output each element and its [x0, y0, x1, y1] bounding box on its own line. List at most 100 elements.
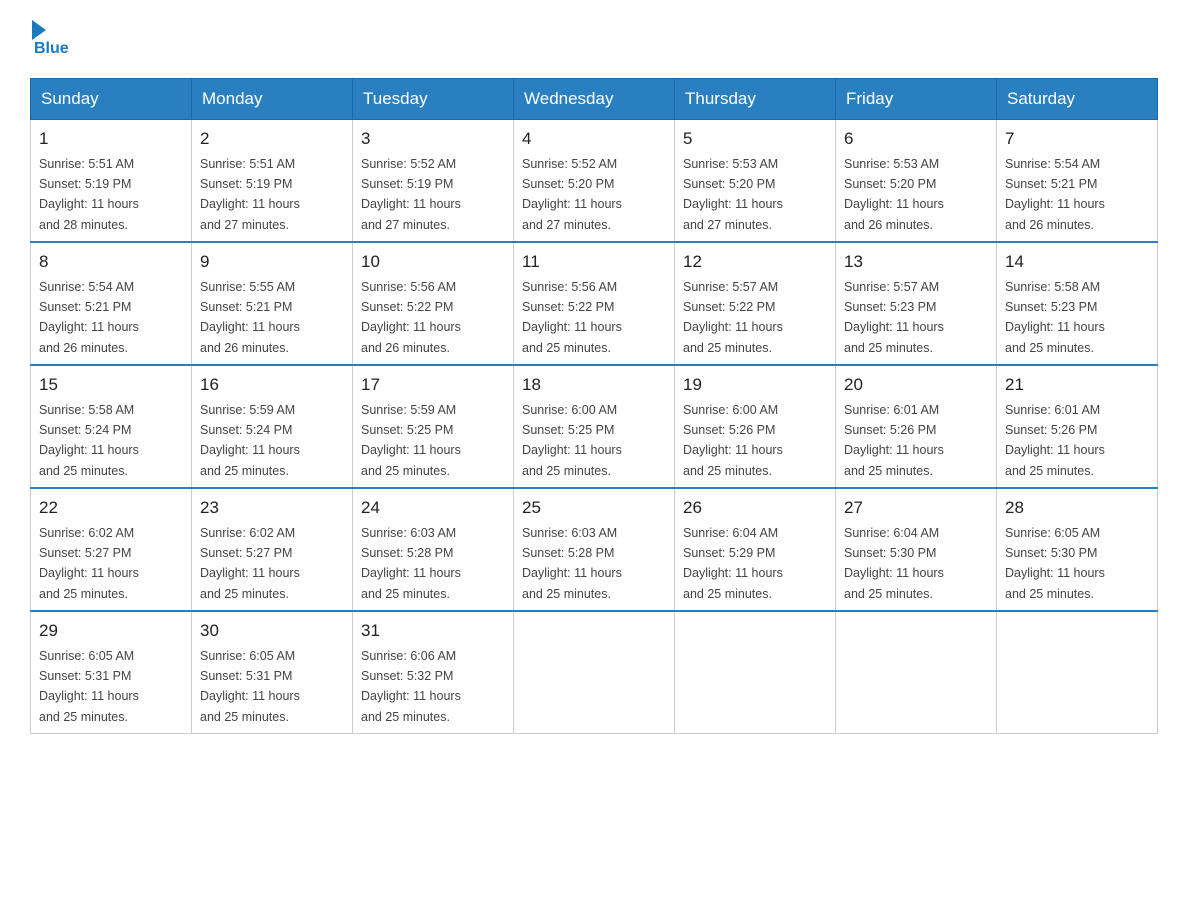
day-number: 29	[39, 618, 183, 644]
week-row-1: 1 Sunrise: 5:51 AMSunset: 5:19 PMDayligh…	[31, 120, 1158, 243]
day-number: 14	[1005, 249, 1149, 275]
day-info: Sunrise: 6:03 AMSunset: 5:28 PMDaylight:…	[522, 526, 622, 601]
day-number: 19	[683, 372, 827, 398]
weekday-header-thursday: Thursday	[675, 79, 836, 120]
calendar-cell: 3 Sunrise: 5:52 AMSunset: 5:19 PMDayligh…	[353, 120, 514, 243]
calendar-cell: 9 Sunrise: 5:55 AMSunset: 5:21 PMDayligh…	[192, 242, 353, 365]
day-info: Sunrise: 5:54 AMSunset: 5:21 PMDaylight:…	[1005, 157, 1105, 232]
calendar-cell: 11 Sunrise: 5:56 AMSunset: 5:22 PMDaylig…	[514, 242, 675, 365]
day-info: Sunrise: 5:52 AMSunset: 5:19 PMDaylight:…	[361, 157, 461, 232]
day-info: Sunrise: 5:53 AMSunset: 5:20 PMDaylight:…	[844, 157, 944, 232]
day-info: Sunrise: 6:01 AMSunset: 5:26 PMDaylight:…	[1005, 403, 1105, 478]
weekday-header-sunday: Sunday	[31, 79, 192, 120]
day-info: Sunrise: 5:57 AMSunset: 5:23 PMDaylight:…	[844, 280, 944, 355]
calendar-cell: 14 Sunrise: 5:58 AMSunset: 5:23 PMDaylig…	[997, 242, 1158, 365]
day-number: 12	[683, 249, 827, 275]
calendar-cell: 13 Sunrise: 5:57 AMSunset: 5:23 PMDaylig…	[836, 242, 997, 365]
day-number: 7	[1005, 126, 1149, 152]
day-number: 20	[844, 372, 988, 398]
day-info: Sunrise: 6:00 AMSunset: 5:26 PMDaylight:…	[683, 403, 783, 478]
day-info: Sunrise: 5:54 AMSunset: 5:21 PMDaylight:…	[39, 280, 139, 355]
calendar-cell: 2 Sunrise: 5:51 AMSunset: 5:19 PMDayligh…	[192, 120, 353, 243]
day-info: Sunrise: 5:53 AMSunset: 5:20 PMDaylight:…	[683, 157, 783, 232]
logo-subtitle: Blue	[34, 40, 69, 58]
day-info: Sunrise: 6:00 AMSunset: 5:25 PMDaylight:…	[522, 403, 622, 478]
day-number: 24	[361, 495, 505, 521]
calendar-cell	[675, 611, 836, 734]
day-info: Sunrise: 6:05 AMSunset: 5:31 PMDaylight:…	[39, 649, 139, 724]
day-number: 15	[39, 372, 183, 398]
day-number: 27	[844, 495, 988, 521]
day-number: 31	[361, 618, 505, 644]
calendar-cell: 1 Sunrise: 5:51 AMSunset: 5:19 PMDayligh…	[31, 120, 192, 243]
day-info: Sunrise: 5:51 AMSunset: 5:19 PMDaylight:…	[200, 157, 300, 232]
weekday-header-wednesday: Wednesday	[514, 79, 675, 120]
weekday-header-saturday: Saturday	[997, 79, 1158, 120]
day-info: Sunrise: 5:57 AMSunset: 5:22 PMDaylight:…	[683, 280, 783, 355]
calendar-cell: 26 Sunrise: 6:04 AMSunset: 5:29 PMDaylig…	[675, 488, 836, 611]
calendar-cell: 15 Sunrise: 5:58 AMSunset: 5:24 PMDaylig…	[31, 365, 192, 488]
day-number: 17	[361, 372, 505, 398]
calendar-cell: 31 Sunrise: 6:06 AMSunset: 5:32 PMDaylig…	[353, 611, 514, 734]
day-info: Sunrise: 5:52 AMSunset: 5:20 PMDaylight:…	[522, 157, 622, 232]
calendar-cell: 19 Sunrise: 6:00 AMSunset: 5:26 PMDaylig…	[675, 365, 836, 488]
calendar-cell: 30 Sunrise: 6:05 AMSunset: 5:31 PMDaylig…	[192, 611, 353, 734]
day-number: 28	[1005, 495, 1149, 521]
weekday-header-tuesday: Tuesday	[353, 79, 514, 120]
day-number: 21	[1005, 372, 1149, 398]
week-row-5: 29 Sunrise: 6:05 AMSunset: 5:31 PMDaylig…	[31, 611, 1158, 734]
calendar-cell	[997, 611, 1158, 734]
day-number: 16	[200, 372, 344, 398]
day-info: Sunrise: 6:04 AMSunset: 5:30 PMDaylight:…	[844, 526, 944, 601]
calendar-cell: 20 Sunrise: 6:01 AMSunset: 5:26 PMDaylig…	[836, 365, 997, 488]
day-number: 25	[522, 495, 666, 521]
calendar-cell: 17 Sunrise: 5:59 AMSunset: 5:25 PMDaylig…	[353, 365, 514, 488]
calendar-cell: 4 Sunrise: 5:52 AMSunset: 5:20 PMDayligh…	[514, 120, 675, 243]
day-info: Sunrise: 5:51 AMSunset: 5:19 PMDaylight:…	[39, 157, 139, 232]
day-number: 13	[844, 249, 988, 275]
calendar-table: SundayMondayTuesdayWednesdayThursdayFrid…	[30, 78, 1158, 734]
week-row-4: 22 Sunrise: 6:02 AMSunset: 5:27 PMDaylig…	[31, 488, 1158, 611]
day-number: 4	[522, 126, 666, 152]
day-info: Sunrise: 6:05 AMSunset: 5:31 PMDaylight:…	[200, 649, 300, 724]
weekday-header-monday: Monday	[192, 79, 353, 120]
calendar-cell	[836, 611, 997, 734]
day-number: 6	[844, 126, 988, 152]
day-info: Sunrise: 6:05 AMSunset: 5:30 PMDaylight:…	[1005, 526, 1105, 601]
day-info: Sunrise: 5:58 AMSunset: 5:24 PMDaylight:…	[39, 403, 139, 478]
calendar-cell: 12 Sunrise: 5:57 AMSunset: 5:22 PMDaylig…	[675, 242, 836, 365]
day-number: 2	[200, 126, 344, 152]
day-info: Sunrise: 5:59 AMSunset: 5:25 PMDaylight:…	[361, 403, 461, 478]
calendar-cell	[514, 611, 675, 734]
calendar-cell: 28 Sunrise: 6:05 AMSunset: 5:30 PMDaylig…	[997, 488, 1158, 611]
weekday-header-row: SundayMondayTuesdayWednesdayThursdayFrid…	[31, 79, 1158, 120]
day-number: 9	[200, 249, 344, 275]
day-info: Sunrise: 5:56 AMSunset: 5:22 PMDaylight:…	[522, 280, 622, 355]
calendar-cell: 7 Sunrise: 5:54 AMSunset: 5:21 PMDayligh…	[997, 120, 1158, 243]
day-info: Sunrise: 5:59 AMSunset: 5:24 PMDaylight:…	[200, 403, 300, 478]
day-info: Sunrise: 6:06 AMSunset: 5:32 PMDaylight:…	[361, 649, 461, 724]
calendar-cell: 29 Sunrise: 6:05 AMSunset: 5:31 PMDaylig…	[31, 611, 192, 734]
day-info: Sunrise: 5:58 AMSunset: 5:23 PMDaylight:…	[1005, 280, 1105, 355]
calendar-cell: 6 Sunrise: 5:53 AMSunset: 5:20 PMDayligh…	[836, 120, 997, 243]
day-number: 5	[683, 126, 827, 152]
calendar-cell: 21 Sunrise: 6:01 AMSunset: 5:26 PMDaylig…	[997, 365, 1158, 488]
calendar-cell: 24 Sunrise: 6:03 AMSunset: 5:28 PMDaylig…	[353, 488, 514, 611]
day-info: Sunrise: 5:56 AMSunset: 5:22 PMDaylight:…	[361, 280, 461, 355]
day-number: 3	[361, 126, 505, 152]
day-info: Sunrise: 6:04 AMSunset: 5:29 PMDaylight:…	[683, 526, 783, 601]
day-number: 30	[200, 618, 344, 644]
calendar-cell: 18 Sunrise: 6:00 AMSunset: 5:25 PMDaylig…	[514, 365, 675, 488]
day-number: 26	[683, 495, 827, 521]
calendar-cell: 22 Sunrise: 6:02 AMSunset: 5:27 PMDaylig…	[31, 488, 192, 611]
calendar-cell: 8 Sunrise: 5:54 AMSunset: 5:21 PMDayligh…	[31, 242, 192, 365]
calendar-cell: 27 Sunrise: 6:04 AMSunset: 5:30 PMDaylig…	[836, 488, 997, 611]
logo-arrow-icon	[32, 20, 46, 40]
calendar-cell: 16 Sunrise: 5:59 AMSunset: 5:24 PMDaylig…	[192, 365, 353, 488]
day-number: 10	[361, 249, 505, 275]
day-info: Sunrise: 6:02 AMSunset: 5:27 PMDaylight:…	[200, 526, 300, 601]
calendar-cell: 25 Sunrise: 6:03 AMSunset: 5:28 PMDaylig…	[514, 488, 675, 611]
day-number: 1	[39, 126, 183, 152]
week-row-2: 8 Sunrise: 5:54 AMSunset: 5:21 PMDayligh…	[31, 242, 1158, 365]
day-number: 23	[200, 495, 344, 521]
